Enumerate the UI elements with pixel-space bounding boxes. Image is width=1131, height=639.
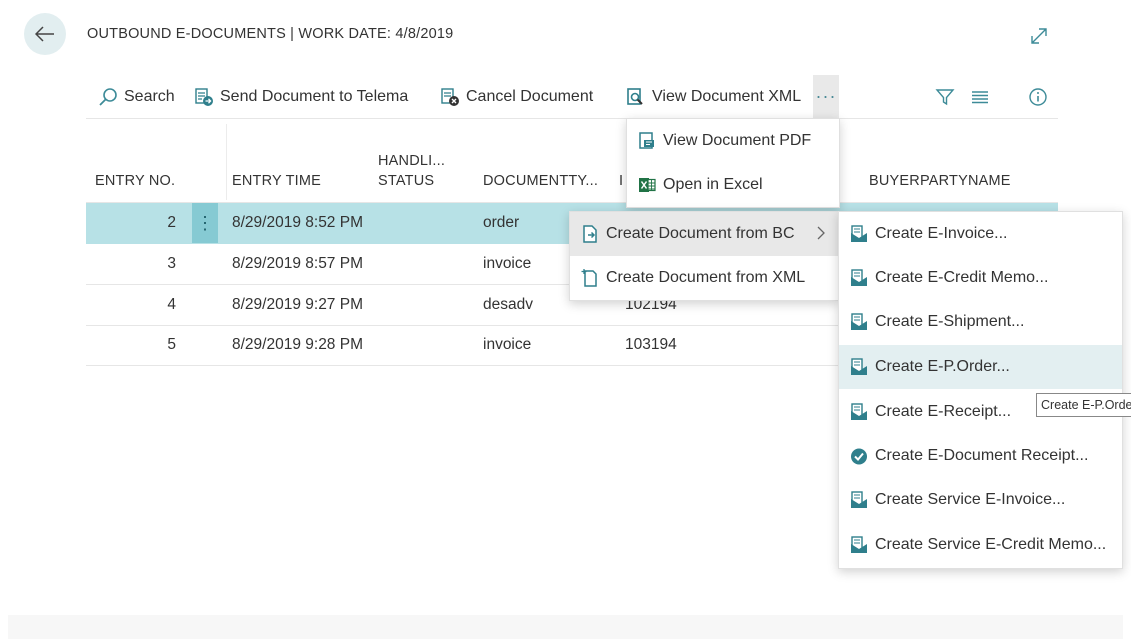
view-document-pdf-item[interactable]: View Document PDF xyxy=(627,119,839,163)
expand-icon[interactable] xyxy=(1028,25,1050,47)
pdf-document-icon xyxy=(639,132,654,149)
send-document-icon xyxy=(195,87,213,106)
entry-time-cell: 8/29/2019 9:28 PM xyxy=(232,336,363,353)
create-e-p-order-item[interactable]: Create E-P.Order... xyxy=(839,345,1122,389)
document-type-cell: order xyxy=(483,214,520,231)
e-document-icon xyxy=(851,403,867,420)
document-type-cell: invoice xyxy=(483,336,532,353)
create-e-p-order-label: Create E-P.Order... xyxy=(875,358,1010,375)
entry-no-cell: 3 xyxy=(167,255,176,272)
info-icon xyxy=(1029,87,1047,106)
entry-no-cell: 5 xyxy=(167,336,176,353)
entry-time-cell: 8/29/2019 9:27 PM xyxy=(232,296,363,313)
search-label: Search xyxy=(124,87,175,105)
create-e-receipt-label: Create E-Receipt... xyxy=(875,403,1012,420)
view-document-xml-button[interactable]: View Document XML xyxy=(626,75,801,118)
column-header-handling-status-line1[interactable]: HANDLI... xyxy=(378,153,445,169)
entry-time-cell: 8/29/2019 8:52 PM xyxy=(232,214,363,231)
info-button[interactable] xyxy=(1028,75,1048,118)
create-e-document-receipt-label: Create E-Document Receipt... xyxy=(875,447,1089,464)
create-document-submenu: Create E-Invoice... Create E-Credit Memo… xyxy=(838,211,1123,569)
cancel-document-label: Cancel Document xyxy=(466,87,594,105)
column-header-entry-time[interactable]: ENTRY TIME xyxy=(232,173,321,189)
bottom-strip xyxy=(8,615,1123,639)
create-e-shipment-label: Create E-Shipment... xyxy=(875,313,1025,330)
chevron-right-icon xyxy=(817,226,825,240)
entry-no-cell: 2 xyxy=(167,214,176,231)
page: OUTBOUND E-DOCUMENTS | WORK DATE: 4/8/20… xyxy=(0,0,1131,639)
column-header-document-type[interactable]: DOCUMENTTY... xyxy=(483,173,598,189)
filter-icon xyxy=(935,88,955,105)
view-document-xml-label: View Document XML xyxy=(652,87,802,105)
column-header-buyer-party-name[interactable]: BUYERPARTYNAME xyxy=(869,173,1011,189)
search-button[interactable]: Search xyxy=(98,75,175,118)
create-e-credit-memo-item[interactable]: Create E-Credit Memo... xyxy=(839,256,1122,300)
create-document-from-bc-item[interactable]: Create Document from BC xyxy=(570,212,838,256)
create-e-invoice-item[interactable]: Create E-Invoice... xyxy=(839,212,1122,256)
create-service-e-invoice-label: Create Service E-Invoice... xyxy=(875,491,1066,508)
e-document-icon xyxy=(851,536,867,553)
excel-icon xyxy=(639,178,656,192)
create-document-from-xml-label: Create Document from XML xyxy=(606,269,806,286)
table-header xyxy=(86,122,1058,203)
more-actions-menu: View Document PDF Open in Excel xyxy=(626,118,840,208)
send-document-button[interactable]: Send Document to Telema xyxy=(194,75,408,118)
create-document-menu: Create Document from BC Create Document … xyxy=(569,211,839,301)
create-e-document-receipt-item[interactable]: Create E-Document Receipt... xyxy=(839,434,1122,478)
create-e-shipment-item[interactable]: Create E-Shipment... xyxy=(839,300,1122,344)
cancel-document-button[interactable]: Cancel Document xyxy=(440,75,593,118)
create-document-from-xml-item[interactable]: Create Document from XML xyxy=(570,256,838,300)
e-document-icon xyxy=(851,491,867,508)
view-document-pdf-label: View Document PDF xyxy=(663,132,812,149)
entry-time-cell: 8/29/2019 8:57 PM xyxy=(232,255,363,272)
more-actions-button[interactable]: ··· xyxy=(813,75,839,118)
page-title: OUTBOUND E-DOCUMENTS | WORK DATE: 4/8/20… xyxy=(87,26,454,42)
document-no-cell: 103194 xyxy=(625,336,677,353)
filter-button[interactable] xyxy=(935,75,955,118)
back-button[interactable] xyxy=(24,13,66,55)
column-header-entry-no[interactable]: ENTRY NO. xyxy=(95,173,175,189)
header-divider xyxy=(226,124,227,200)
cancel-document-icon xyxy=(441,87,459,106)
e-document-icon xyxy=(851,313,867,330)
tooltip: Create E-P.Order... xyxy=(1036,393,1131,417)
create-service-e-credit-memo-item[interactable]: Create Service E-Credit Memo... xyxy=(839,523,1122,567)
list-view-button[interactable] xyxy=(970,75,990,118)
e-document-icon xyxy=(851,269,867,286)
checkmark-badge-icon xyxy=(851,448,867,465)
list-icon xyxy=(972,90,988,103)
create-e-invoice-label: Create E-Invoice... xyxy=(875,225,1008,242)
send-document-label: Send Document to Telema xyxy=(220,87,409,105)
row-actions-button[interactable]: ⋮ xyxy=(192,203,218,243)
e-document-icon xyxy=(851,358,867,375)
search-icon xyxy=(99,87,117,106)
create-document-from-bc-label: Create Document from BC xyxy=(606,225,795,242)
new-document-icon xyxy=(581,269,597,287)
entry-no-cell: 4 xyxy=(167,296,176,313)
view-document-icon xyxy=(627,87,643,105)
arrow-left-icon xyxy=(35,26,54,42)
create-service-e-invoice-item[interactable]: Create Service E-Invoice... xyxy=(839,478,1122,522)
document-type-cell: invoice xyxy=(483,255,532,272)
create-service-e-credit-memo-label: Create Service E-Credit Memo... xyxy=(875,536,1107,553)
open-in-excel-item[interactable]: Open in Excel xyxy=(627,163,839,207)
create-e-credit-memo-label: Create E-Credit Memo... xyxy=(875,269,1049,286)
open-in-excel-label: Open in Excel xyxy=(663,176,763,193)
document-type-cell: desadv xyxy=(483,296,533,313)
column-header-handling-status-line2[interactable]: STATUS xyxy=(378,173,434,189)
document-arrow-icon xyxy=(583,225,597,243)
column-header-document-no[interactable]: I xyxy=(619,173,623,189)
e-document-icon xyxy=(851,225,867,242)
action-bar: Search Send Document to Telema Cancel Do… xyxy=(86,75,1058,119)
